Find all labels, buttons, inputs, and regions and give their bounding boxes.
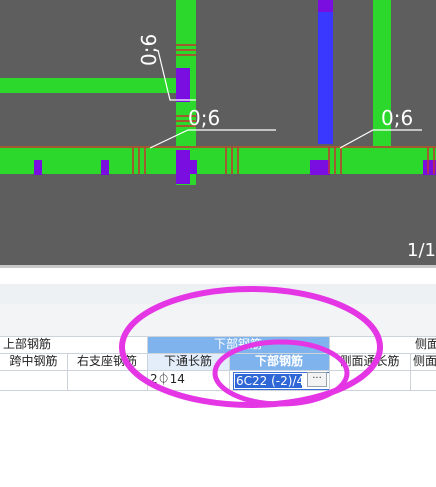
column-mark[interactable] <box>176 68 190 102</box>
header-spacer <box>0 304 436 336</box>
column-header-side-through[interactable]: 侧面通长筋 <box>329 353 410 370</box>
dimension-label: 0;6 <box>381 106 414 130</box>
group-header-bottom-rebar: 下部钢筋 <box>147 336 329 353</box>
filter-strip <box>0 284 436 305</box>
grid-line <box>0 390 436 391</box>
bottom-rebar-input[interactable] <box>235 373 306 389</box>
group-header-top-rebar: 上部钢筋 <box>3 337 52 351</box>
wall-blue-top <box>318 0 333 12</box>
dimension-label: 0;6 <box>188 106 221 130</box>
column-mark[interactable] <box>189 160 197 174</box>
cell-right-support[interactable] <box>67 370 147 390</box>
toolbar-strip <box>0 268 436 285</box>
beam-horizontal-main[interactable] <box>0 146 436 174</box>
grid-line <box>410 353 411 390</box>
dimension-label: 0;6 <box>137 33 161 66</box>
drawing-canvas[interactable]: 0;6 0;6 0;6 1/1 <box>0 0 436 265</box>
grid-line <box>0 336 436 337</box>
grid-line <box>329 336 330 390</box>
column-header-right-support[interactable]: 右支座钢筋 <box>67 353 147 370</box>
column-header-bottom-through[interactable]: 下通长筋 <box>147 353 229 370</box>
drawing-svg <box>0 0 436 185</box>
group-header-side: 侧面 <box>415 337 436 351</box>
column-mark[interactable] <box>34 160 42 175</box>
cell-side[interactable] <box>410 370 436 390</box>
cell-mid-span[interactable] <box>0 370 67 390</box>
page-indicator: 1/1 <box>407 240 436 261</box>
grid-line <box>147 336 148 390</box>
column-header-bottom-rebar[interactable]: 下部钢筋 <box>229 353 329 370</box>
column-header-mid-span[interactable]: 跨中钢筋 <box>0 353 67 370</box>
cell-bottom-through[interactable]: 2⏀14 <box>147 371 229 390</box>
grid-line <box>67 353 68 390</box>
column-mark[interactable] <box>176 150 190 184</box>
ellipsis-button[interactable]: ··· <box>307 372 327 387</box>
column-header-side[interactable]: 侧面 <box>410 353 436 370</box>
wall-blue[interactable] <box>318 0 333 144</box>
column-mark[interactable] <box>310 160 330 175</box>
column-mark[interactable] <box>101 160 109 175</box>
cell-side-through[interactable] <box>329 370 410 390</box>
grid-line <box>229 353 230 390</box>
grid-line <box>0 370 436 371</box>
grid-line <box>0 353 436 354</box>
beam-horizontal-upper[interactable] <box>0 78 176 93</box>
